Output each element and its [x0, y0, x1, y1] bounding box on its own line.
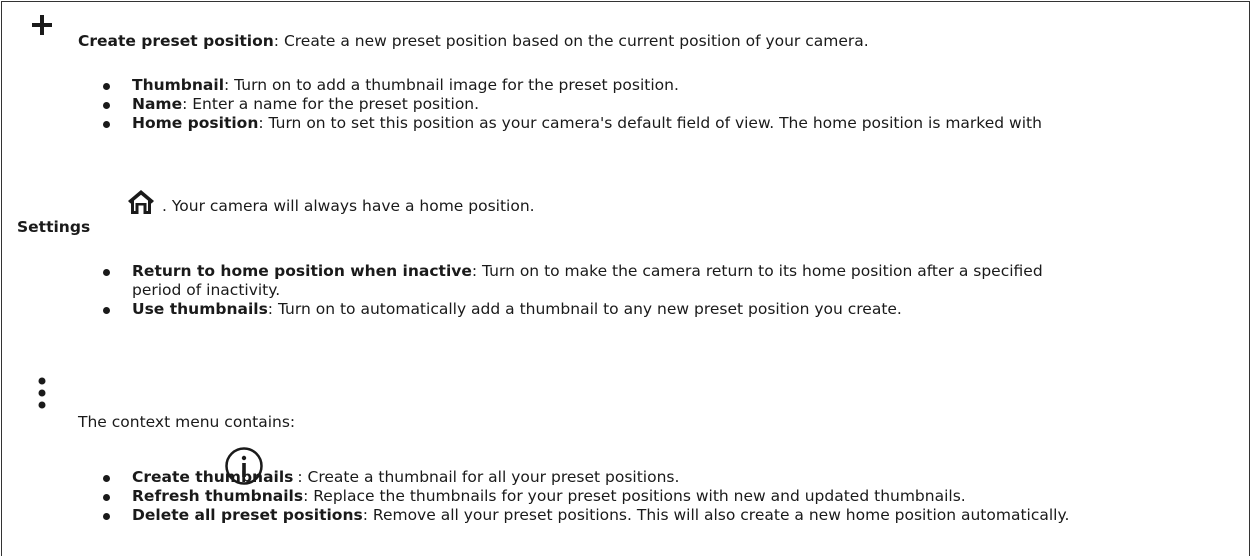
bullet-icon [103, 475, 110, 482]
create-preset-list: Thumbnail: Turn on to add a thumbnail im… [103, 76, 1042, 133]
item-text: : Enter a name for the preset position. [182, 95, 480, 113]
item-text: : Create a thumbnail for all your preset… [297, 468, 680, 486]
list-item-delete-all-presets: Delete all preset positions: Remove all … [103, 506, 1070, 525]
bullet-icon [103, 121, 110, 128]
item-text-continued: period of inactivity. [132, 281, 281, 299]
bullet-icon [103, 307, 110, 314]
create-preset-description: Create preset position: Create a new pre… [78, 32, 869, 51]
home-note: . Your camera will always have a home po… [162, 197, 535, 215]
item-label: Delete all preset positions [132, 506, 363, 524]
item-label: Thumbnail [132, 76, 225, 94]
bullet-icon [103, 494, 110, 501]
list-item-thumbnail: Thumbnail: Turn on to add a thumbnail im… [103, 76, 1042, 95]
settings-list: Return to home position when inactive: T… [103, 262, 1043, 319]
item-label: Create thumbnails [132, 468, 294, 486]
item-label: Home position [132, 114, 259, 132]
item-text: : Turn on to make the camera return to i… [471, 262, 1043, 280]
item-text: : Turn on to automatically add a thumbna… [267, 300, 902, 318]
bullet-icon [103, 513, 110, 520]
plus-icon [32, 15, 52, 35]
item-label: Use thumbnails [132, 300, 268, 318]
list-item-return-home: Return to home position when inactive: T… [103, 262, 1043, 300]
bullet-icon [103, 269, 110, 276]
item-text: : Turn on to set this position as your c… [258, 114, 1042, 132]
create-preset-title: Create preset position [78, 32, 274, 50]
item-label: Refresh thumbnails [132, 487, 304, 505]
item-label: Name [132, 95, 183, 113]
list-item-home-position: Home position: Turn on to set this posit… [103, 114, 1042, 133]
item-text: : Replace the thumbnails for your preset… [303, 487, 966, 505]
bullet-icon [103, 83, 110, 90]
list-item-name: Name: Enter a name for the preset positi… [103, 95, 1042, 114]
list-item-use-thumbnails: Use thumbnails: Turn on to automatically… [103, 300, 1043, 319]
create-preset-text: : Create a new preset position based on … [273, 32, 869, 50]
item-text: : Turn on to add a thumbnail image for t… [224, 76, 679, 94]
item-label: Return to home position when inactive [132, 262, 472, 280]
bullet-icon [103, 102, 110, 109]
item-text: : Remove all your preset positions. This… [362, 506, 1070, 524]
list-item-create-thumbnails: Create thumbnails: Create a thumbnail fo… [103, 468, 1069, 487]
more-vertical-icon [38, 377, 46, 409]
list-item-refresh-thumbnails: Refresh thumbnails: Replace the thumbnai… [103, 487, 1069, 506]
settings-heading: Settings [17, 218, 91, 236]
context-menu-list: Create thumbnails: Create a thumbnail fo… [103, 468, 1070, 525]
context-menu-intro: The context menu contains: [78, 413, 296, 431]
home-icon [128, 190, 154, 214]
